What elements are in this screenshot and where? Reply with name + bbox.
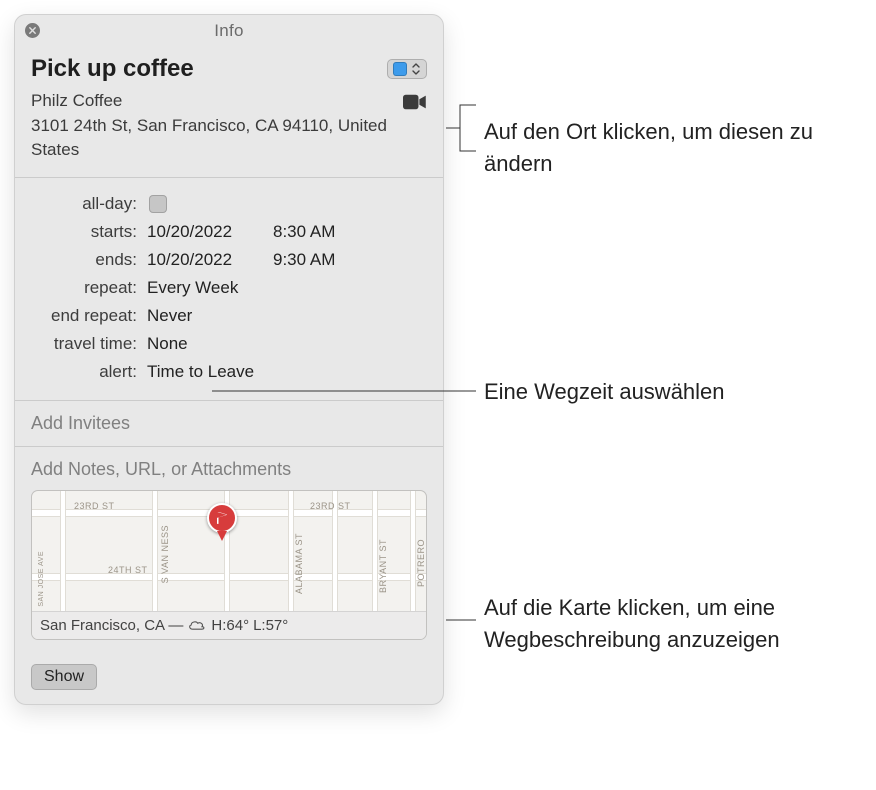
weather-bar: San Francisco, CA — H:64° L:57° bbox=[32, 611, 426, 639]
video-icon[interactable] bbox=[403, 93, 427, 111]
add-notes-field[interactable]: Add Notes, URL, or Attachments bbox=[31, 459, 427, 480]
details-section: all-day: starts: 10/20/2022 8:30 AM ends… bbox=[15, 178, 443, 401]
weather-location: San Francisco, CA — bbox=[40, 617, 183, 634]
all-day-label: all-day: bbox=[31, 194, 147, 214]
add-invitees-field[interactable]: Add Invitees bbox=[15, 401, 443, 447]
callout-travel: Eine Wegzeit auswählen bbox=[484, 376, 725, 408]
street-label: 23RD ST bbox=[74, 501, 115, 511]
street-label: BRYANT ST bbox=[378, 539, 388, 593]
street-label: S VAN NESS bbox=[160, 525, 170, 583]
cloud-icon bbox=[187, 618, 207, 632]
end-repeat-value[interactable]: Never bbox=[147, 306, 427, 326]
repeat-label: repeat: bbox=[31, 278, 147, 298]
alert-row[interactable]: alert: Time to Leave bbox=[31, 358, 427, 386]
street-label: SAN JOSE AVE bbox=[38, 551, 45, 607]
travel-time-value[interactable]: None bbox=[147, 334, 427, 354]
event-title[interactable]: Pick up coffee bbox=[31, 55, 194, 83]
starts-date[interactable]: 10/20/2022 bbox=[147, 222, 273, 242]
notes-section: Add Notes, URL, or Attachments 23RD ST 2… bbox=[15, 447, 443, 654]
alert-label: alert: bbox=[31, 362, 147, 382]
location-field[interactable]: Philz Coffee 3101 24th St, San Francisco… bbox=[31, 89, 403, 163]
starts-row[interactable]: starts: 10/20/2022 8:30 AM bbox=[31, 218, 427, 246]
street-label: ALABAMA ST bbox=[294, 533, 304, 594]
ends-time[interactable]: 9:30 AM bbox=[273, 250, 427, 270]
event-info-popover: Info Pick up coffee Philz Coffee 3101 24… bbox=[14, 14, 444, 705]
chevron-updown-icon bbox=[411, 62, 421, 76]
location-address: 3101 24th St, San Francisco, CA 94110, U… bbox=[31, 116, 387, 160]
window-title: Info bbox=[214, 21, 244, 40]
end-repeat-row[interactable]: end repeat: Never bbox=[31, 302, 427, 330]
street-label: POTRERO bbox=[416, 539, 426, 587]
starts-time[interactable]: 8:30 AM bbox=[273, 222, 427, 242]
street-label: 24TH ST bbox=[108, 565, 148, 575]
callout-location: Auf den Ort klicken, um diesen zu ändern bbox=[484, 116, 876, 180]
repeat-row[interactable]: repeat: Every Week bbox=[31, 274, 427, 302]
ends-label: ends: bbox=[31, 250, 147, 270]
end-repeat-label: end repeat: bbox=[31, 306, 147, 326]
map-pin-icon bbox=[207, 503, 237, 541]
starts-label: starts: bbox=[31, 222, 147, 242]
calendar-picker[interactable] bbox=[387, 59, 427, 79]
location-name: Philz Coffee bbox=[31, 91, 122, 110]
callout-map: Auf die Karte klicken, um eine Wegbeschr… bbox=[484, 592, 876, 656]
street-label: 23RD ST bbox=[310, 501, 351, 511]
weather-hi: H:64° bbox=[211, 617, 249, 634]
alert-value[interactable]: Time to Leave bbox=[147, 362, 427, 382]
all-day-row: all-day: bbox=[31, 190, 427, 218]
ends-date[interactable]: 10/20/2022 bbox=[147, 250, 273, 270]
show-button[interactable]: Show bbox=[31, 664, 97, 690]
map-preview[interactable]: 23RD ST 23RD ST 24TH ST SAN JOSE AVE S V… bbox=[31, 490, 427, 640]
weather-lo: L:57° bbox=[253, 617, 288, 634]
travel-time-row[interactable]: travel time: None bbox=[31, 330, 427, 358]
header-section: Pick up coffee Philz Coffee 3101 24th St… bbox=[15, 45, 443, 178]
footer-section: Show bbox=[15, 654, 443, 704]
all-day-checkbox[interactable] bbox=[149, 195, 167, 213]
close-button[interactable] bbox=[25, 23, 40, 38]
repeat-value[interactable]: Every Week bbox=[147, 278, 427, 298]
ends-row[interactable]: ends: 10/20/2022 9:30 AM bbox=[31, 246, 427, 274]
calendar-color-chip bbox=[393, 62, 407, 76]
travel-time-label: travel time: bbox=[31, 334, 147, 354]
titlebar: Info bbox=[15, 15, 443, 45]
